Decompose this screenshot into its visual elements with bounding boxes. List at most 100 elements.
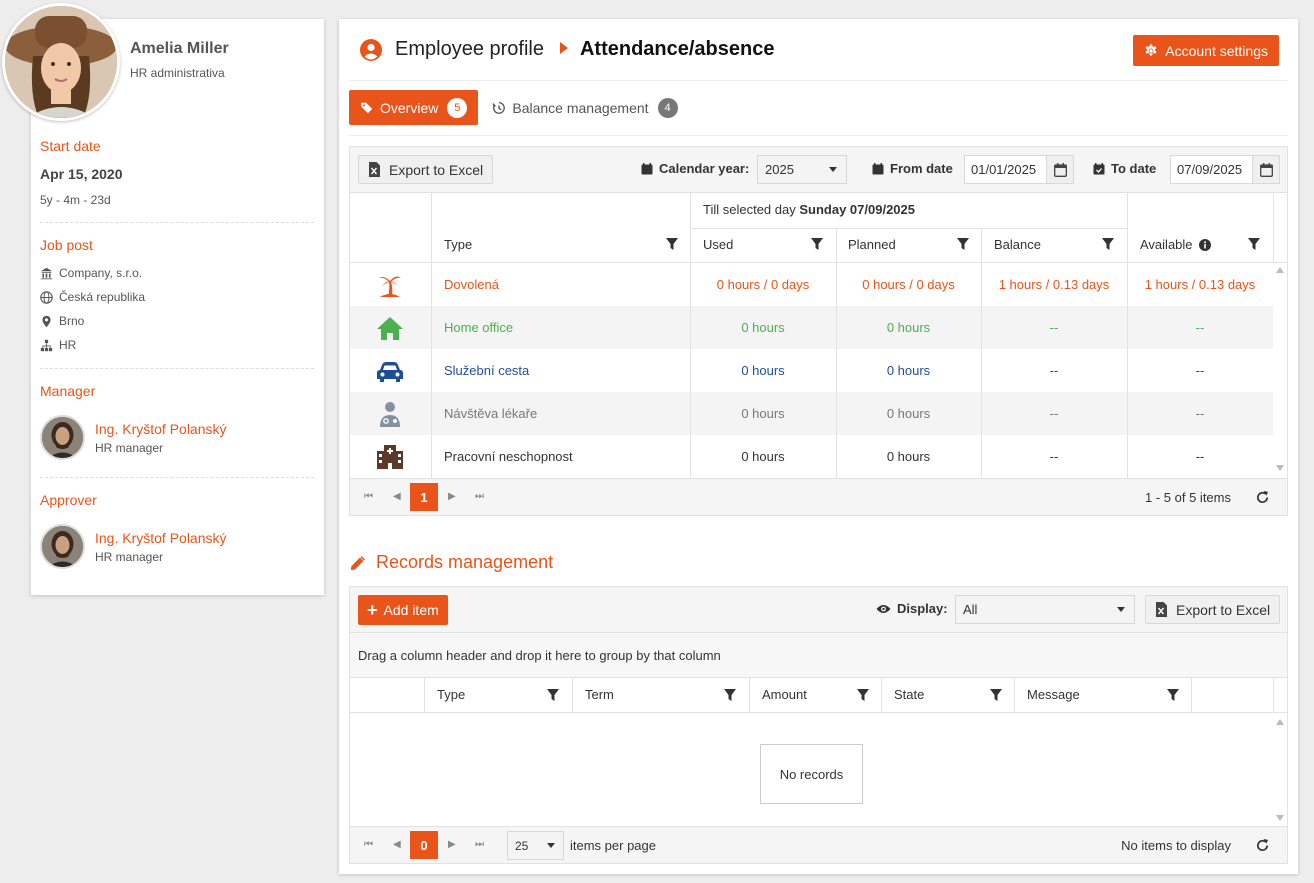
column-header-type[interactable]: Type xyxy=(437,687,465,702)
filter-icon[interactable] xyxy=(547,689,559,701)
tab-bar: Overview 5 Balance management 4 xyxy=(349,90,1288,136)
column-header-term[interactable]: Term xyxy=(585,687,614,702)
next-page-icon[interactable]: ▶ xyxy=(448,491,456,502)
approver-avatar xyxy=(40,524,85,569)
row-type[interactable]: Služební cesta xyxy=(444,363,529,378)
column-divider xyxy=(881,678,882,713)
page-header: Employee profile Attendance/absence Acco… xyxy=(349,19,1288,81)
history-icon xyxy=(493,101,506,114)
export-excel-button[interactable]: Export to Excel xyxy=(358,155,494,184)
filter-icon[interactable] xyxy=(1102,238,1114,250)
job-post-label: Job post xyxy=(40,237,93,253)
to-date-value: 07/09/2025 xyxy=(1177,162,1243,177)
filter-icon[interactable] xyxy=(811,238,823,250)
column-header-amount[interactable]: Amount xyxy=(762,687,807,702)
filter-icon[interactable] xyxy=(957,238,969,250)
current-page-button[interactable]: 0 xyxy=(410,831,438,859)
refresh-icon[interactable] xyxy=(1255,838,1270,853)
records-export-excel-button[interactable]: Export to Excel xyxy=(1145,595,1281,624)
column-header-balance[interactable]: Balance xyxy=(994,237,1041,252)
scroll-up-icon[interactable] xyxy=(1276,719,1284,725)
row-type[interactable]: Návštěva lékaře xyxy=(444,406,537,421)
scroll-up-icon[interactable] xyxy=(1276,267,1284,273)
last-page-icon[interactable]: ⏭ xyxy=(475,839,484,850)
current-page-button[interactable]: 1 xyxy=(410,483,438,511)
tab-overview-label: Overview xyxy=(380,99,439,116)
scroll-down-icon[interactable] xyxy=(1276,465,1284,471)
filter-icon[interactable] xyxy=(857,689,869,701)
chevron-down-icon xyxy=(547,843,555,848)
group-drop-zone[interactable]: Drag a column header and drop it here to… xyxy=(350,633,1287,678)
add-item-button[interactable]: + Add item xyxy=(358,595,448,625)
refresh-icon[interactable] xyxy=(1255,490,1270,505)
filter-icon[interactable] xyxy=(1167,689,1179,701)
column-header-available[interactable]: Available xyxy=(1140,237,1211,252)
column-header-state[interactable]: State xyxy=(894,687,924,702)
manager-name[interactable]: Ing. Kryštof Polanský xyxy=(95,421,227,437)
chevron-down-icon xyxy=(1117,607,1125,612)
display-select[interactable]: All xyxy=(955,595,1135,624)
column-header-planned[interactable]: Planned xyxy=(848,237,896,252)
header-divider xyxy=(690,228,1127,229)
info-icon[interactable] xyxy=(1198,238,1211,251)
column-divider xyxy=(1273,678,1274,713)
column-header-used[interactable]: Used xyxy=(703,237,733,252)
table-row[interactable]: Home office 0 hours 0 hours -- -- xyxy=(350,306,1273,349)
from-date-picker-button[interactable] xyxy=(1046,156,1073,183)
first-page-icon[interactable]: ⏮ xyxy=(364,839,373,850)
table-row[interactable]: Služební cesta 0 hours 0 hours -- -- xyxy=(350,349,1273,392)
breadcrumb-employee-profile[interactable]: Employee profile xyxy=(395,38,544,61)
to-date-picker-button[interactable] xyxy=(1252,156,1279,183)
scrollbar[interactable] xyxy=(1273,263,1287,478)
table-row[interactable]: Pracovní neschopnost 0 hours 0 hours -- … xyxy=(350,435,1273,478)
filter-icon[interactable] xyxy=(724,689,736,701)
group-header-till-selected-day: Till selected day Sunday 07/09/2025 xyxy=(703,202,915,217)
table-row[interactable]: Návštěva lékaře 0 hours 0 hours -- -- xyxy=(350,392,1273,435)
row-used: 0 hours xyxy=(741,363,785,378)
scroll-down-icon[interactable] xyxy=(1276,815,1284,821)
calendar-year-select[interactable]: 2025 xyxy=(757,155,847,184)
row-type[interactable]: Home office xyxy=(444,320,513,335)
profile-card: Amelia Miller HR administrativa Start da… xyxy=(2,3,324,595)
tab-overview[interactable]: Overview 5 xyxy=(349,90,479,125)
scrollbar[interactable] xyxy=(1273,715,1287,825)
page-size-select[interactable]: 25 xyxy=(507,831,564,860)
account-settings-label: Account settings xyxy=(1165,42,1268,59)
table-row[interactable]: Dovolená 0 hours / 0 days 0 hours / 0 da… xyxy=(350,263,1273,306)
next-page-icon[interactable]: ▶ xyxy=(448,839,456,850)
row-type[interactable]: Pracovní neschopnost xyxy=(444,449,573,464)
column-divider xyxy=(749,678,750,713)
account-settings-button[interactable]: Account settings xyxy=(1133,35,1279,66)
prev-page-icon[interactable]: ◀ xyxy=(393,491,401,502)
from-date-input[interactable]: 01/01/2025 xyxy=(964,155,1074,184)
hospital-icon xyxy=(377,445,403,469)
overview-table-body: Dovolená 0 hours / 0 days 0 hours / 0 da… xyxy=(350,263,1273,478)
filter-icon[interactable] xyxy=(1248,238,1260,250)
column-divider xyxy=(1127,193,1128,263)
calendar-icon xyxy=(641,162,653,174)
column-header-message[interactable]: Message xyxy=(1027,687,1080,702)
map-pin-icon xyxy=(42,315,51,327)
approver-name[interactable]: Ing. Kryštof Polanský xyxy=(95,530,227,546)
prev-page-icon[interactable]: ◀ xyxy=(393,839,401,850)
to-date-input[interactable]: 07/09/2025 xyxy=(1170,155,1280,184)
column-divider xyxy=(1273,193,1274,263)
row-type[interactable]: Dovolená xyxy=(444,277,499,292)
row-balance: -- xyxy=(1049,406,1059,421)
row-available: -- xyxy=(1195,449,1205,464)
to-date-label: To date xyxy=(1093,161,1156,176)
row-used: 0 hours xyxy=(741,320,785,335)
row-available: -- xyxy=(1195,363,1205,378)
manager-card[interactable]: Ing. Kryštof Polanský HR manager xyxy=(40,415,227,460)
column-divider xyxy=(1014,678,1015,713)
city-text: Brno xyxy=(59,314,85,328)
first-page-icon[interactable]: ⏮ xyxy=(364,491,373,502)
pager-info: No items to display xyxy=(1121,838,1231,853)
approver-card[interactable]: Ing. Kryštof Polanský HR manager xyxy=(40,524,227,569)
from-date-label-text: From date xyxy=(890,161,953,176)
filter-icon[interactable] xyxy=(666,238,678,250)
column-header-type[interactable]: Type xyxy=(444,237,472,252)
last-page-icon[interactable]: ⏭ xyxy=(475,491,484,502)
filter-icon[interactable] xyxy=(990,689,1002,701)
tab-balance-management[interactable]: Balance management 4 xyxy=(481,90,688,125)
